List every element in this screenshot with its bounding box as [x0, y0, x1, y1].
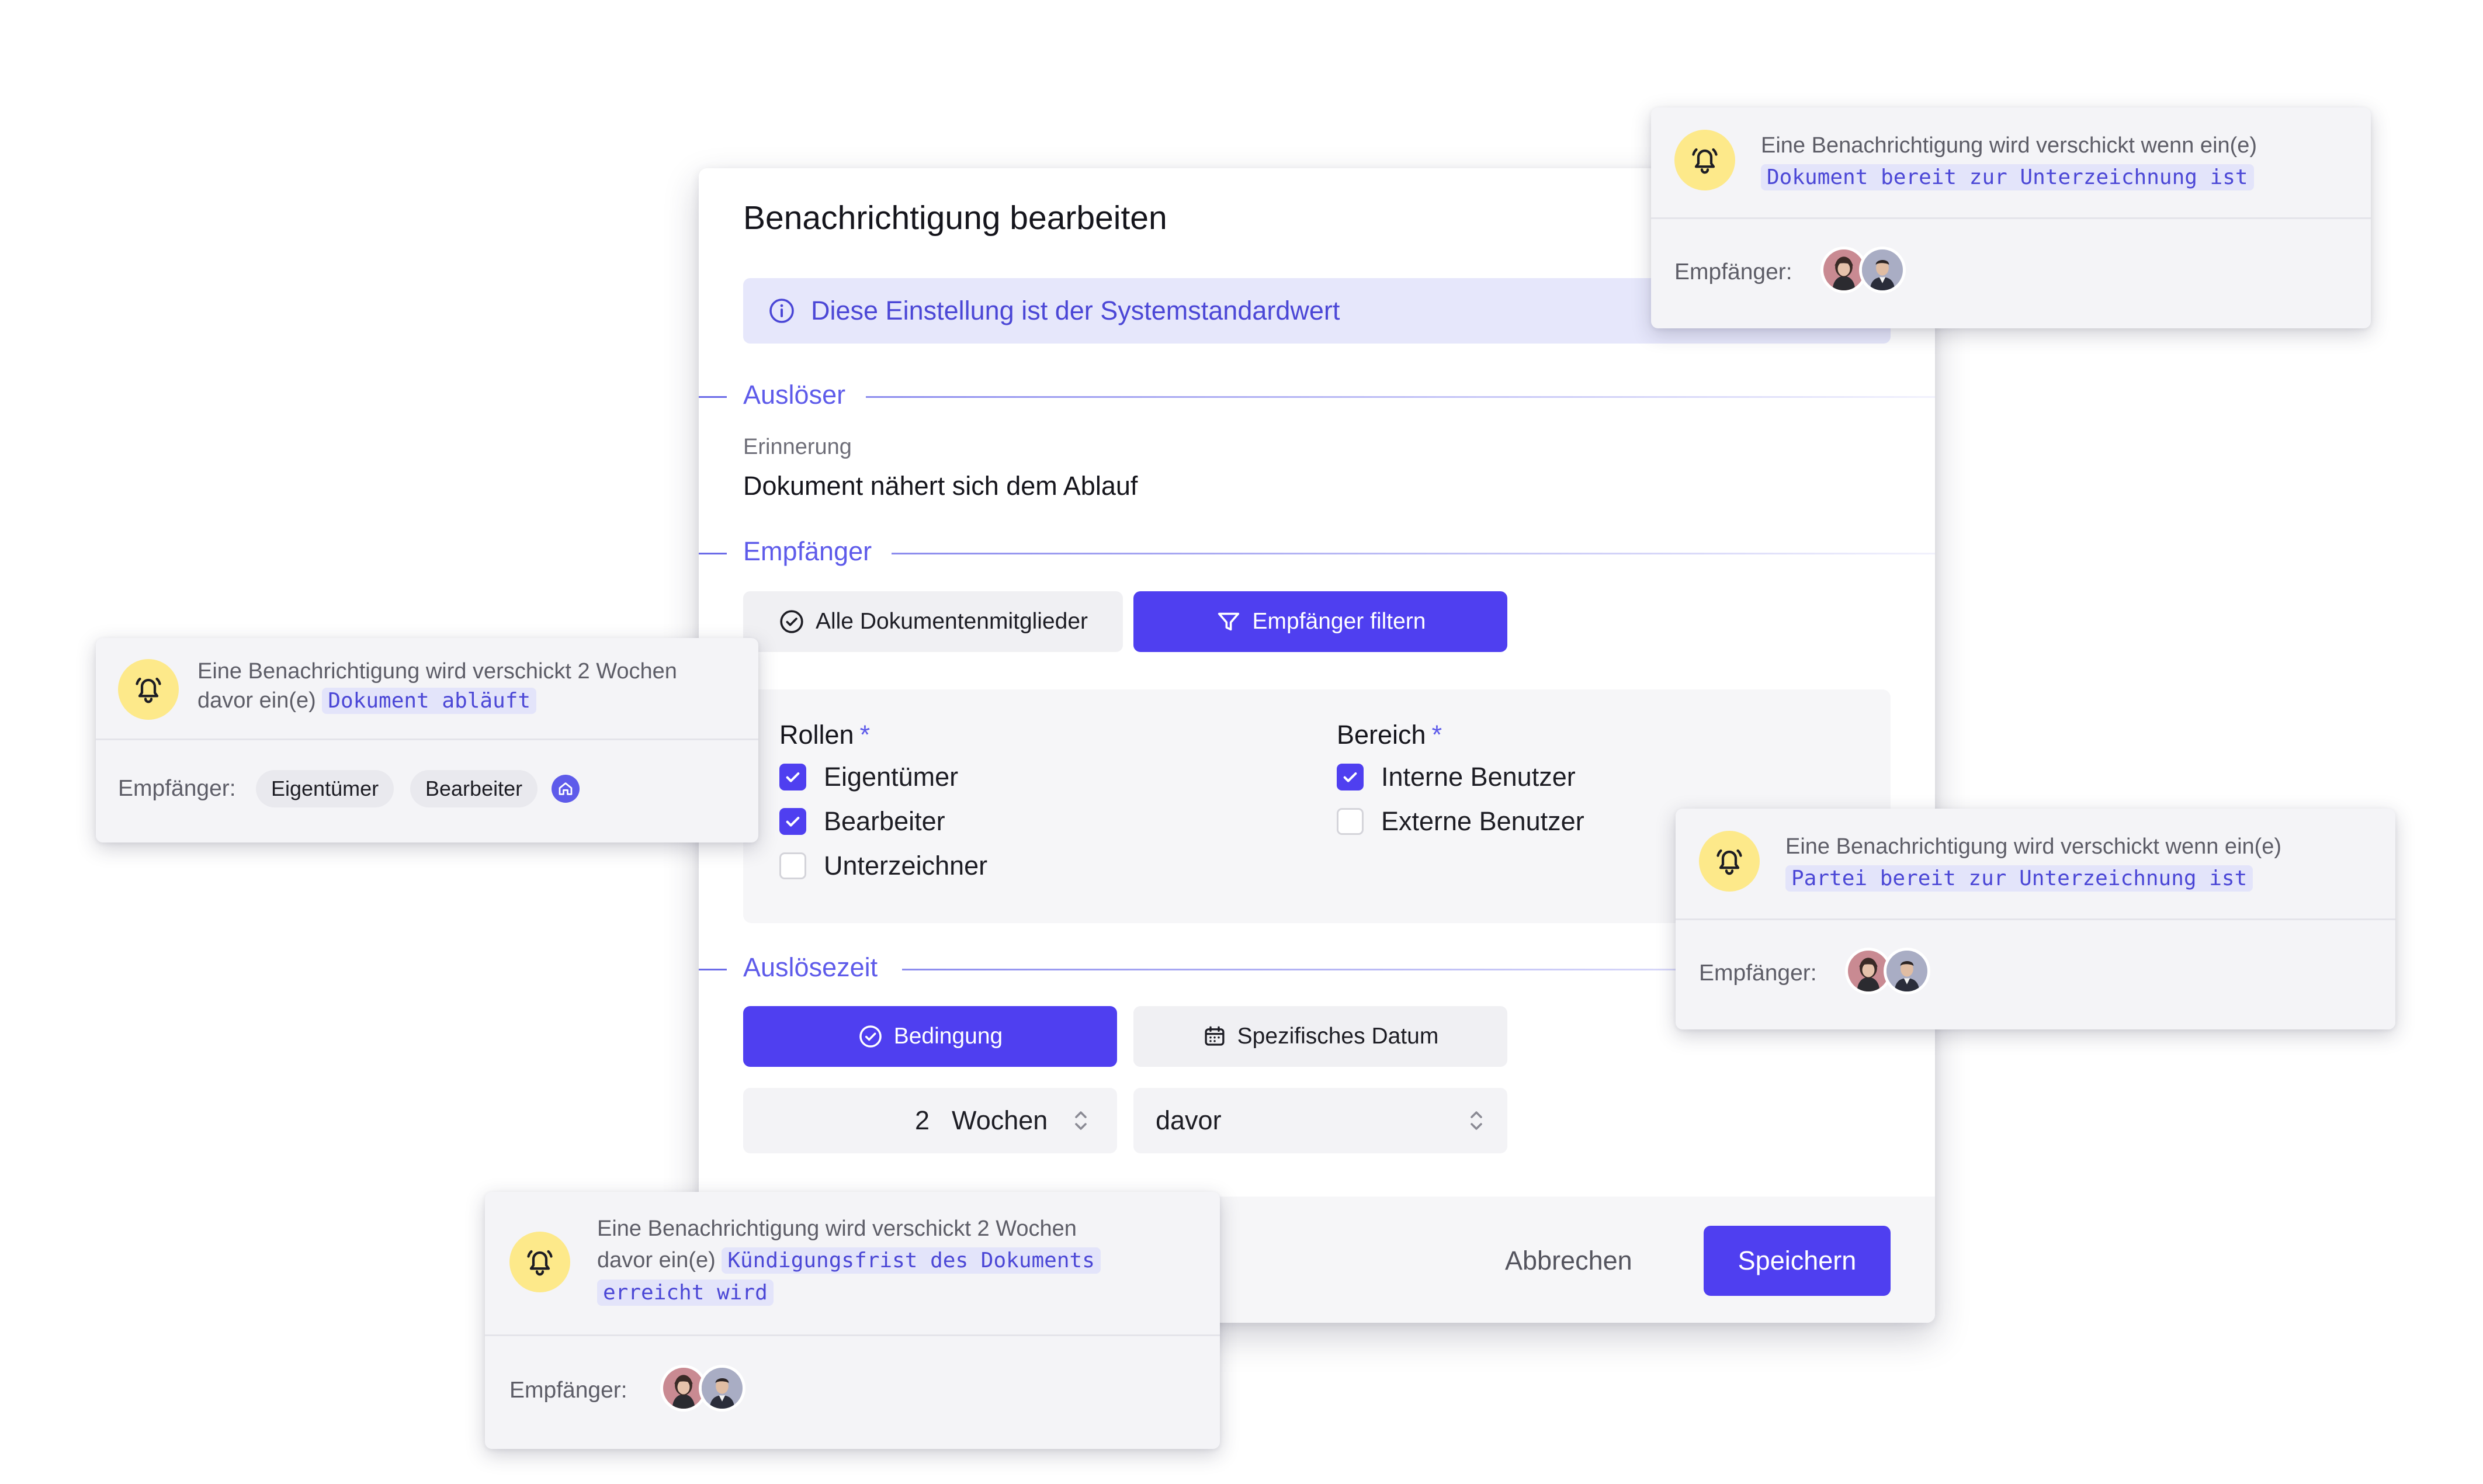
section-label-trigger: Auslöser [743, 380, 846, 410]
avatar [1859, 247, 1906, 293]
avatar [699, 1365, 745, 1412]
relation-select[interactable]: davor [1133, 1088, 1507, 1153]
save-button[interactable]: Speichern [1704, 1226, 1891, 1296]
card-message: Eine Benachrichtigung wird verschickt 2 … [597, 1213, 1205, 1309]
bell-icon [1712, 844, 1747, 879]
filter-recipients-button[interactable]: Empfänger filtern [1133, 591, 1507, 652]
banner-text: Diese Einstellung ist der Systemstandard… [811, 296, 1340, 325]
home-icon [552, 775, 580, 803]
role-checkbox-editor[interactable]: Bearbeiter [779, 803, 987, 840]
filter-icon [1218, 612, 1239, 631]
notification-card-termination-notice: Eine Benachrichtigung wird verschickt 2 … [485, 1192, 1220, 1449]
trigger-caption: Erinnerung [743, 435, 852, 459]
recipient-avatars [660, 1365, 745, 1412]
bell-icon [522, 1244, 557, 1280]
notification-card-party-ready: Eine Benachrichtigung wird verschickt we… [1676, 809, 2395, 1029]
scope-checkbox-external[interactable]: Externe Benutzer [1337, 803, 1584, 840]
info-icon [769, 299, 794, 323]
recipients-label: Empfänger: [509, 1378, 627, 1403]
specific-date-tab[interactable]: Spezifisches Datum [1133, 1006, 1507, 1067]
section-label-trigger-time: Auslösezeit [743, 952, 878, 982]
roles-list: Eigentümer Bearbeiter Unterzeichner [779, 758, 987, 885]
card-message: Eine Benachrichtigung wird verschickt we… [1761, 133, 2257, 190]
unit-value: Wochen [952, 1105, 1048, 1135]
section-label-recipients: Empfänger [743, 536, 872, 566]
calendar-icon [1205, 1026, 1225, 1046]
all-members-button[interactable]: Alle Dokumentenmitglieder [743, 591, 1123, 652]
card-message: Eine Benachrichtigung wird verschickt 2 … [197, 659, 677, 714]
dialog-title: Benachrichtigung bearbeiten [743, 199, 1167, 237]
event-code: Kündigungsfrist des Dokuments [722, 1247, 1101, 1274]
amount-value: 2 [915, 1105, 930, 1135]
specific-date-tab-label: Spezifisches Datum [1237, 1024, 1439, 1049]
recipient-avatars [1845, 948, 1930, 994]
role-chip-owner: Eigentümer [256, 770, 394, 807]
event-code: Partei bereit zur Unterzeichnung ist [1785, 865, 2253, 892]
scope-heading: Bereich * [1337, 720, 1442, 750]
avatar [1884, 948, 1930, 994]
section-divider-recipients [699, 553, 1935, 554]
edit-notification-dialog: Benachrichtigung bearbeiten Diese Einste… [699, 168, 1935, 1323]
roles-heading: Rollen * [779, 720, 871, 750]
relation-value: davor [1156, 1105, 1222, 1135]
recipients-label: Empfänger: [1699, 961, 1817, 986]
section-divider-trigger [699, 396, 1935, 398]
recipients-label: Empfänger: [1674, 259, 1792, 285]
amount-unit-select[interactable]: 2 Wochen [743, 1088, 1117, 1153]
bell-icon [1687, 143, 1722, 178]
condition-tab-label: Bedingung [893, 1024, 1003, 1049]
chevron-updown-icon [1471, 1111, 1482, 1130]
scope-checkbox-internal[interactable]: Interne Benutzer [1337, 758, 1584, 796]
bell-badge [1699, 831, 1760, 892]
notification-card-document-ready: Eine Benachrichtigung wird verschickt we… [1651, 108, 2371, 328]
bell-badge [118, 659, 179, 720]
all-members-label: Alle Dokumentenmitglieder [815, 609, 1088, 634]
event-code: Dokument abläuft [322, 688, 537, 714]
cancel-button[interactable]: Abbrechen [1505, 1246, 1632, 1276]
bell-badge [509, 1232, 570, 1292]
recipients-label: Empfänger: [118, 776, 236, 801]
card-message: Eine Benachrichtigung wird verschickt we… [1785, 834, 2282, 892]
event-code: Dokument bereit zur Unterzeichnung ist [1761, 164, 2254, 190]
notification-card-document-expires: Eine Benachrichtigung wird verschickt 2 … [96, 638, 758, 842]
check-circle-icon [859, 1025, 882, 1048]
filter-recipients-label: Empfänger filtern [1252, 609, 1426, 634]
chevron-updown-icon [1075, 1111, 1087, 1130]
role-chip-editor: Bearbeiter [410, 770, 538, 807]
bell-icon [131, 672, 166, 707]
event-code-continued: erreicht wird [597, 1280, 774, 1306]
trigger-value: Dokument nähert sich dem Ablauf [743, 471, 1138, 501]
recipient-avatars [1820, 247, 1906, 293]
scope-list: Interne Benutzer Externe Benutzer [1337, 758, 1584, 840]
role-checkbox-owner[interactable]: Eigentümer [779, 758, 987, 796]
role-checkbox-signer[interactable]: Unterzeichner [779, 847, 987, 885]
bell-badge [1674, 130, 1735, 190]
check-circle-icon [780, 610, 803, 633]
condition-tab[interactable]: Bedingung [743, 1006, 1117, 1067]
